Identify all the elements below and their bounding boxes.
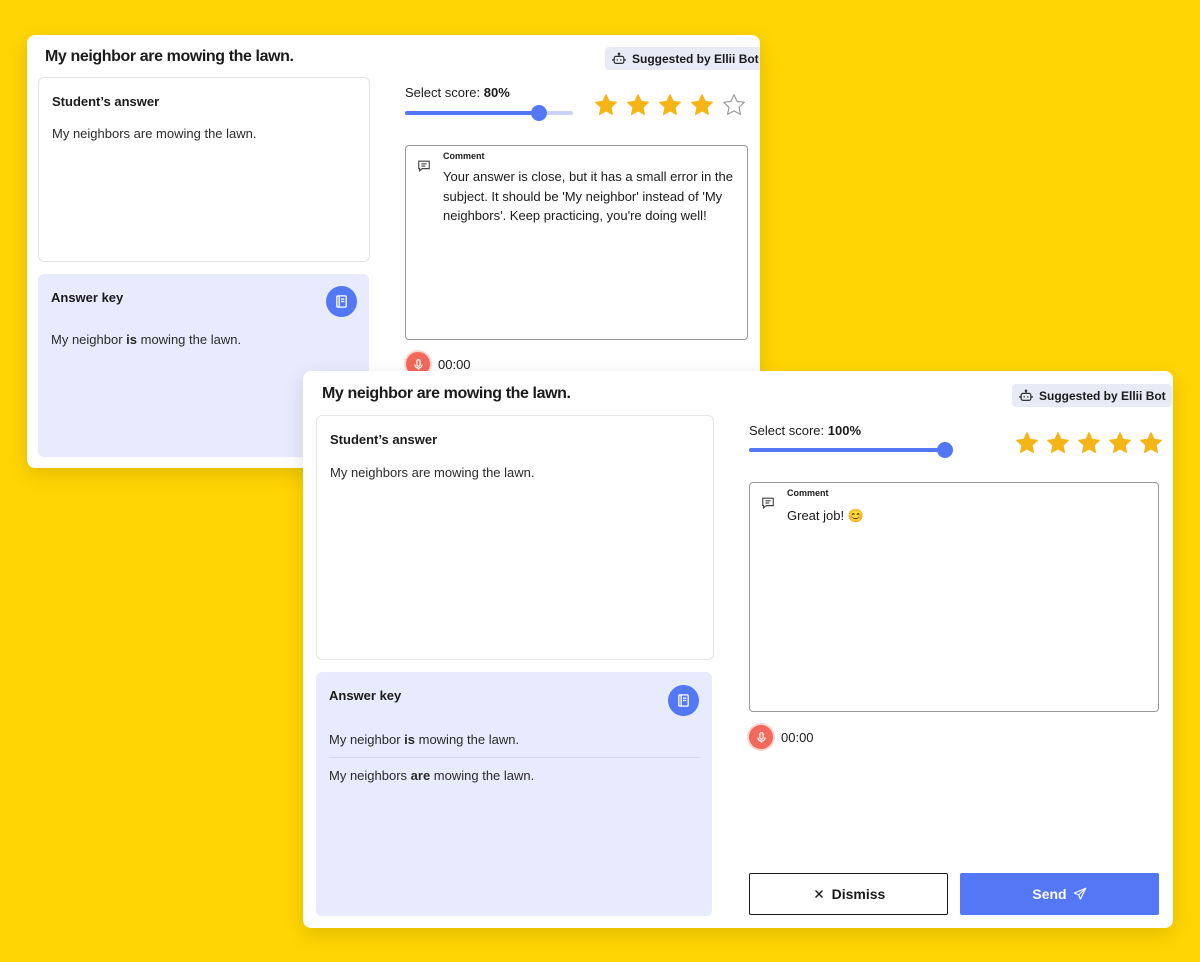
score-label: Select score: 100% [749,423,862,438]
answer-key-button[interactable] [326,286,357,317]
grading-card-front: My neighbor are mowing the lawn. Suggest… [303,371,1173,928]
paper-plane-icon [1073,887,1086,900]
question-title: My neighbor are mowing the lawn. [45,48,294,65]
robot-icon [1019,388,1033,401]
comment-label: Comment [787,488,829,498]
score-slider-handle[interactable] [937,442,953,458]
comment-text[interactable]: Great job! 😊 [787,506,1146,526]
record-button[interactable] [749,725,773,749]
microphone-icon [413,358,423,370]
answer-key-divider [329,757,700,758]
student-answer-text: My neighbors are mowing the lawn. [52,126,257,141]
close-icon [814,890,823,898]
send-label: Send [1032,886,1067,902]
student-answer-text: My neighbors are mowing the lawn. [330,465,535,480]
answer-key-panel: Answer key My neighbor is mowing the law… [316,672,712,916]
star-icon-filled[interactable] [1139,431,1163,455]
audio-timer: 00:00 [438,356,471,372]
student-answer-heading: Student’s answer [330,432,438,447]
star-icon-filled[interactable] [1046,431,1070,455]
comment-text[interactable]: Your answer is close, but it has a small… [443,167,735,226]
robot-icon [612,51,626,64]
star-icon-filled[interactable] [594,93,618,117]
score-value: 80% [483,85,510,100]
comment-label: Comment [443,151,485,161]
score-slider[interactable] [405,105,573,121]
comment-icon [418,160,430,173]
suggested-by-bot-badge: Suggested by Ellii Bot [1012,384,1172,407]
student-answer-panel: Student’s answer My neighbors are mowing… [38,77,370,262]
badge-label: Suggested by Ellii Bot [1039,388,1166,403]
answer-key-row: My neighbor is mowing the lawn. [51,332,242,347]
star-icon-filled[interactable] [658,93,682,117]
score-label: Select score: 80% [405,85,510,100]
audio-timer: 00:00 [781,729,814,745]
comment-field[interactable]: Comment Great job! 😊 [749,482,1159,712]
star-icon-empty[interactable] [722,93,746,117]
comment-field[interactable]: Comment Your answer is close, but it has… [405,145,748,340]
score-slider[interactable] [749,442,953,458]
star-rating[interactable] [1015,431,1163,455]
dismiss-label: Dismiss [831,886,886,902]
dismiss-button[interactable]: Dismiss [749,873,948,915]
star-rating[interactable] [594,93,746,117]
answer-key-row: My neighbors are mowing the lawn. [329,768,535,783]
book-icon [336,295,347,308]
star-icon-filled[interactable] [626,93,650,117]
score-value: 100% [827,423,862,438]
audio-recorder: 00:00 [749,725,814,749]
answer-key-button[interactable] [668,685,699,716]
comment-icon [762,497,774,510]
score-slider-fill [749,448,945,452]
microphone-icon [756,731,766,743]
star-icon-filled[interactable] [1077,431,1101,455]
student-answer-panel: Student’s answer My neighbors are mowing… [316,415,714,660]
suggested-by-bot-badge: Suggested by Ellii Bot [605,47,760,70]
question-title: My neighbor are mowing the lawn. [322,385,571,402]
student-answer-heading: Student’s answer [52,94,160,109]
send-button[interactable]: Send [960,873,1159,915]
star-icon-filled[interactable] [690,93,714,117]
answer-key-heading: Answer key [51,290,124,305]
score-slider-handle[interactable] [531,105,548,121]
book-icon [678,694,689,707]
star-icon-filled[interactable] [1015,431,1039,455]
score-slider-fill [405,111,540,115]
badge-label: Suggested by Ellii Bot [632,51,759,66]
answer-key-heading: Answer key [329,688,402,703]
star-icon-filled[interactable] [1108,431,1132,455]
answer-key-row: My neighbor is mowing the lawn. [329,732,520,747]
